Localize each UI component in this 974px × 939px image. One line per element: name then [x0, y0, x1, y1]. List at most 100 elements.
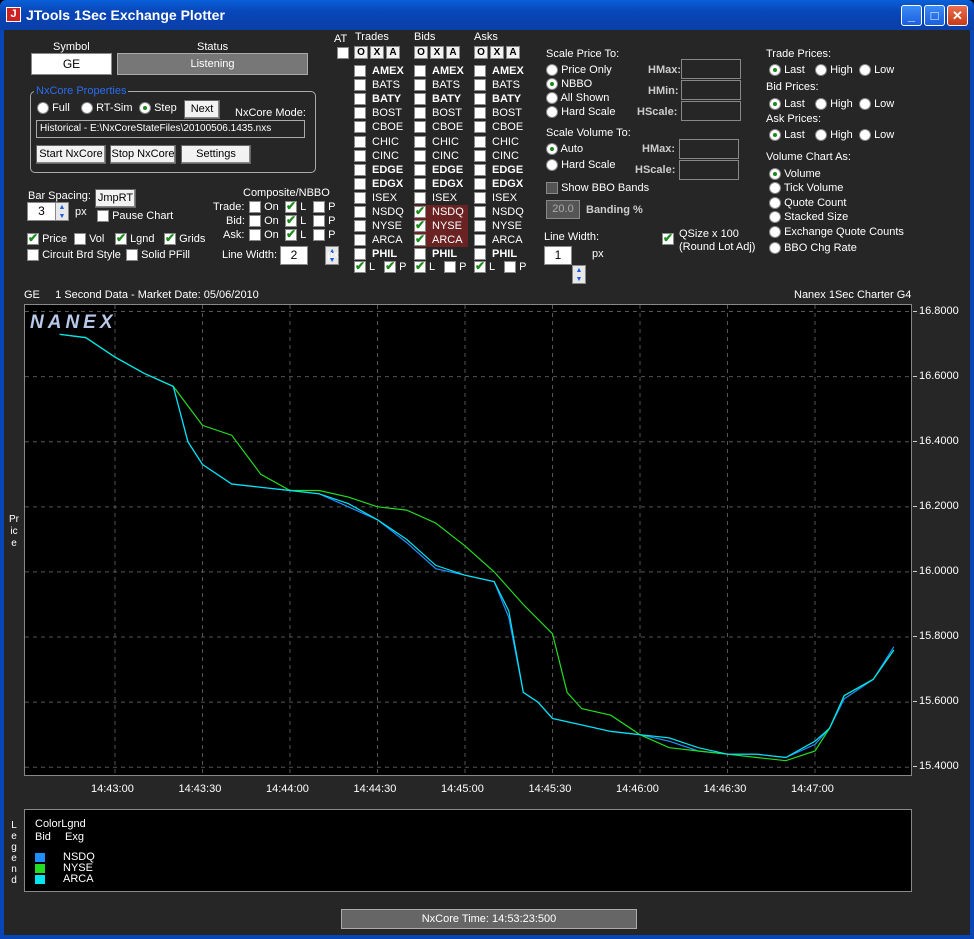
bids-baty-check[interactable]: [414, 93, 426, 106]
trades-edgx-row[interactable]: EDGX: [354, 177, 408, 191]
vol-check[interactable]: Vol: [74, 233, 104, 246]
bid-p-check[interactable]: P: [313, 215, 335, 228]
maximize-icon[interactable]: □: [924, 5, 945, 26]
lp-p-check[interactable]: [444, 261, 457, 273]
trades-isex-check[interactable]: [354, 191, 366, 204]
banding-input[interactable]: 20.0: [546, 200, 580, 219]
oxa-2-0-button[interactable]: O: [474, 46, 488, 59]
jmprt-button[interactable]: JmpRT: [95, 189, 136, 208]
trades-arca-row[interactable]: ARCA: [354, 233, 408, 247]
bid-on-check[interactable]: On: [249, 215, 279, 228]
bar-spacing-input[interactable]: 3: [27, 202, 56, 221]
trades-edge-row[interactable]: EDGE: [354, 163, 408, 177]
trades-isex-row[interactable]: ISEX: [354, 191, 408, 205]
volume-chart-quote-count-radio[interactable]: Quote Count: [769, 197, 846, 210]
oxa-1-2-button[interactable]: A: [446, 46, 460, 59]
volume-chart-volume-radio[interactable]: Volume: [769, 168, 821, 181]
mode-step-radio[interactable]: Step: [139, 102, 177, 115]
trade-low-radio[interactable]: Low: [859, 64, 894, 77]
price-hmax-input[interactable]: [681, 59, 741, 79]
bids-isex-check[interactable]: [414, 191, 426, 204]
oxa-0-2-button[interactable]: A: [386, 46, 400, 59]
oxa-1-1-button[interactable]: X: [430, 46, 444, 59]
circuit-board-style-check[interactable]: Circuit Brd Style: [27, 249, 121, 262]
oxa-1-0-button[interactable]: O: [414, 46, 428, 59]
grids-check[interactable]: Grids: [164, 231, 205, 246]
volume-chart-tick-volume-radio[interactable]: Tick Volume: [769, 182, 843, 195]
at-check[interactable]: [337, 47, 349, 60]
scale-nbbo-radio[interactable]: NBBO: [546, 78, 592, 91]
solid-pfill-check[interactable]: Solid PFill: [126, 249, 190, 262]
trades-edgx-check[interactable]: [354, 177, 366, 190]
bids-edge-row[interactable]: EDGE: [414, 163, 468, 177]
bids-bats-row[interactable]: BATS: [414, 78, 468, 92]
volume-auto-radio[interactable]: Auto: [546, 143, 583, 156]
trades-nsdq-row[interactable]: NSDQ: [354, 205, 408, 219]
bids-cboe-row[interactable]: CBOE: [414, 120, 468, 134]
asks-isex-check[interactable]: [474, 191, 486, 204]
asks-baty-row[interactable]: BATY: [474, 92, 528, 106]
trades-bats-row[interactable]: BATS: [354, 78, 408, 92]
volume-hard-scale-radio[interactable]: Hard Scale: [546, 159, 615, 172]
asks-cboe-row[interactable]: CBOE: [474, 120, 528, 134]
trade-l-check[interactable]: L: [285, 199, 306, 214]
asks-cboe-check[interactable]: [474, 121, 486, 134]
trade-on-check[interactable]: On: [249, 201, 279, 214]
asks-arca-check[interactable]: [474, 234, 486, 247]
pause-chart-check[interactable]: Pause Chart: [97, 210, 173, 223]
volume-hscale-input[interactable]: [679, 160, 739, 180]
next-button[interactable]: Next: [184, 100, 220, 119]
minimize-icon[interactable]: _: [901, 5, 922, 26]
lgnd-check[interactable]: Lgnd: [115, 231, 155, 246]
ask-low-radio[interactable]: Low: [859, 129, 894, 142]
close-icon[interactable]: ✕: [947, 5, 968, 26]
show-bbo-bands-check[interactable]: Show BBO Bands: [546, 182, 649, 195]
asks-chic-row[interactable]: CHIC: [474, 135, 528, 149]
bids-nyse-check[interactable]: [414, 218, 426, 233]
asks-bost-check[interactable]: [474, 107, 486, 120]
asks-nyse-check[interactable]: [474, 220, 486, 233]
asks-amex-row[interactable]: AMEX: [474, 64, 528, 78]
asks-bats-row[interactable]: BATS: [474, 78, 528, 92]
asks-cinc-row[interactable]: CINC: [474, 149, 528, 163]
oxa-0-1-button[interactable]: X: [370, 46, 384, 59]
bids-nsdq-row[interactable]: NSDQ: [414, 204, 468, 219]
bids-cinc-check[interactable]: [414, 149, 426, 162]
oxa-2-2-button[interactable]: A: [506, 46, 520, 59]
bids-edgx-check[interactable]: [414, 177, 426, 190]
bids-arca-check[interactable]: [414, 232, 426, 247]
scale-price-only-radio[interactable]: Price Only: [546, 64, 612, 77]
ask-last-radio[interactable]: Last: [769, 129, 805, 142]
asks-nsdq-check[interactable]: [474, 206, 486, 218]
bids-bost-check[interactable]: [414, 107, 426, 120]
bids-chic-row[interactable]: CHIC: [414, 135, 468, 149]
bids-chic-check[interactable]: [414, 135, 426, 148]
asks-edge-check[interactable]: [474, 163, 486, 176]
bids-baty-row[interactable]: BATY: [414, 92, 468, 106]
asks-cinc-check[interactable]: [474, 149, 486, 162]
start-nxcore-button[interactable]: Start NxCore: [36, 145, 106, 164]
trades-bats-check[interactable]: [354, 79, 366, 92]
bids-cinc-row[interactable]: CINC: [414, 149, 468, 163]
asks-edgx-check[interactable]: [474, 177, 486, 190]
ask-on-check[interactable]: On: [249, 229, 279, 242]
bids-bats-check[interactable]: [414, 79, 426, 92]
price-hmin-input[interactable]: [681, 80, 741, 100]
ask-p-check[interactable]: P: [313, 229, 335, 242]
asks-amex-check[interactable]: [474, 65, 486, 77]
trade-p-check[interactable]: P: [313, 201, 335, 214]
lp-l-check[interactable]: [414, 259, 426, 273]
trades-nyse-check[interactable]: [354, 220, 366, 233]
asks-bats-check[interactable]: [474, 79, 486, 92]
bar-spacing-spinner[interactable]: ▲ ▼: [55, 202, 69, 221]
bids-nsdq-check[interactable]: [414, 204, 426, 218]
bids-amex-check[interactable]: [414, 65, 426, 77]
trades-baty-check[interactable]: [354, 93, 366, 106]
line-width-input[interactable]: 1: [544, 246, 572, 265]
volume-chart-exchange-quote-counts-radio[interactable]: Exchange Quote Counts: [769, 226, 904, 239]
trades-chic-row[interactable]: CHIC: [354, 135, 408, 149]
asks-chic-check[interactable]: [474, 135, 486, 148]
asks-isex-row[interactable]: ISEX: [474, 191, 528, 205]
lp-p-check[interactable]: [504, 261, 517, 273]
price-hscale-input[interactable]: [681, 101, 741, 121]
